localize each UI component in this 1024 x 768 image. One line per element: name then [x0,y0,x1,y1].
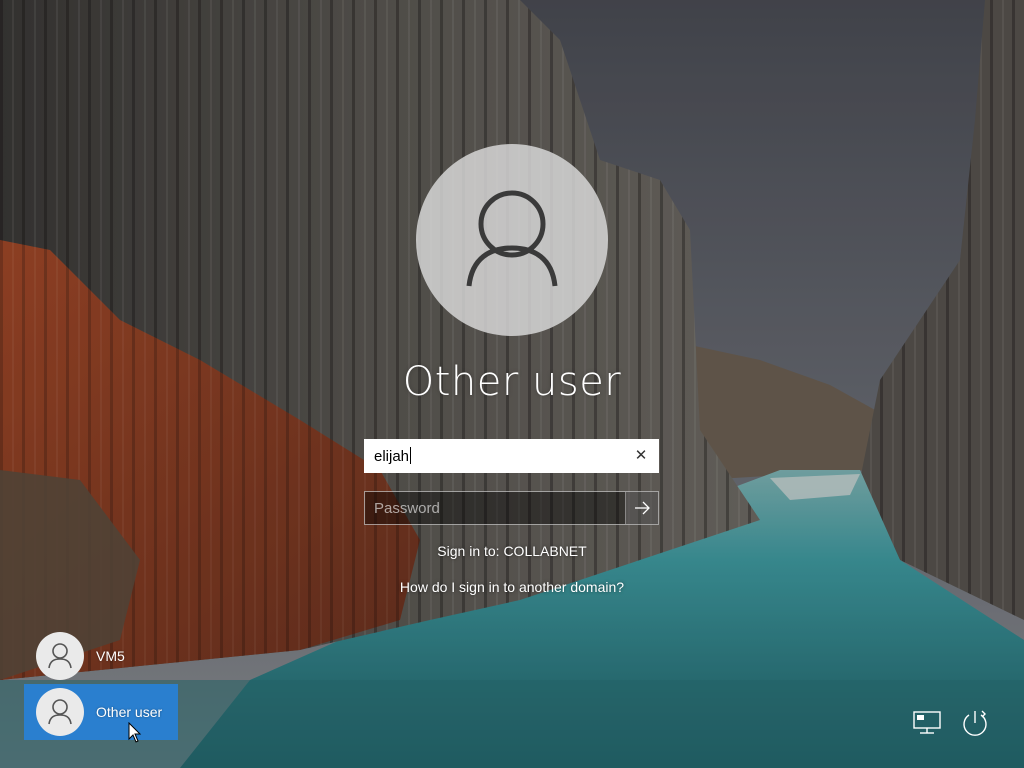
power-icon [963,710,987,736]
user-avatar-large [416,144,608,336]
person-icon [466,190,558,287]
password-input[interactable]: Password [364,491,659,525]
user-avatar-small [36,688,84,736]
person-icon [48,643,72,669]
arrow-right-icon [635,501,650,515]
user-title: Other user [402,359,622,405]
user-avatar-small [36,632,84,680]
text-caret [410,447,412,464]
password-placeholder: Password [374,500,440,517]
mouse-cursor-icon [128,722,142,743]
user-list-item-other-user[interactable]: Other user [24,684,178,740]
username-value: elijah [374,447,412,465]
network-icon [913,711,941,734]
user-list-item-vm5[interactable]: VM5 [24,628,178,684]
person-icon [48,699,72,725]
domain-help-link[interactable]: How do I sign in to another domain? [312,579,712,595]
user-list-label: Other user [96,704,163,720]
close-icon[interactable]: ✕ [631,446,651,466]
user-list-label: VM5 [96,648,125,664]
network-button[interactable] [910,706,944,740]
submit-button[interactable] [625,492,658,524]
sign-in-domain-text: Sign in to: COLLABNET [437,543,587,559]
power-button[interactable] [958,706,992,740]
username-input[interactable]: elijah ✕ [364,439,659,473]
